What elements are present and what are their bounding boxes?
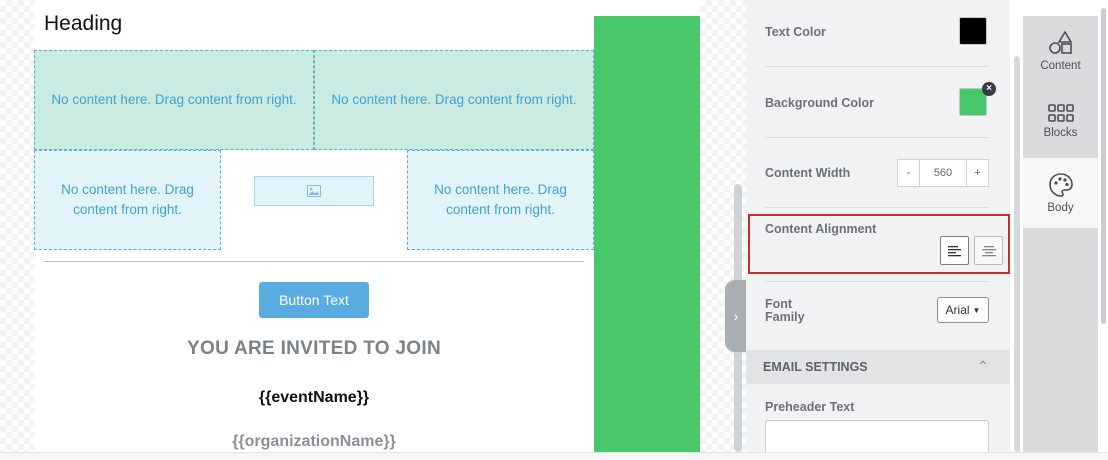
divider — [44, 261, 584, 262]
drop-zone[interactable]: No content here. Drag content from right… — [34, 150, 221, 250]
page-scrollbar[interactable] — [1100, 0, 1108, 452]
settings-row — [765, 0, 989, 67]
preheader-label: Preheader Text — [765, 400, 855, 414]
tab-body[interactable]: Body — [1023, 158, 1098, 228]
shapes-icon — [1048, 30, 1072, 54]
organization-name-text[interactable]: {{organizationName}} — [34, 433, 594, 451]
palette-icon — [1048, 173, 1073, 197]
font-family-select[interactable]: Arial ▼ — [937, 297, 989, 323]
tab-content[interactable]: Content — [1023, 16, 1098, 86]
chevron-right-icon: › — [733, 308, 739, 324]
preheader-input[interactable] — [765, 420, 989, 452]
settings-row — [765, 138, 989, 208]
sidebar-tabs: Content Blocks Body — [1023, 16, 1098, 452]
email-body: Heading No content here. Drag content fr… — [34, 0, 594, 452]
drop-zone[interactable]: No content here. Drag content from right… — [314, 50, 594, 150]
heading-block[interactable]: Heading — [44, 12, 122, 36]
scrollbar-thumb[interactable] — [1101, 8, 1106, 324]
grid-icon — [1047, 104, 1074, 122]
font-family-label: Font Family — [765, 297, 805, 324]
bottom-scrollbar[interactable] — [0, 452, 1108, 460]
email-button[interactable]: Button Text — [259, 282, 369, 318]
tab-label: Body — [1047, 202, 1074, 214]
collapse-panel-button[interactable]: › — [725, 280, 747, 352]
settings-row — [765, 208, 989, 282]
invite-text[interactable]: YOU ARE INVITED TO JOIN — [34, 338, 594, 360]
chevron-up-icon: ⌃ — [977, 358, 989, 374]
image-icon — [307, 185, 321, 197]
caret-down-icon: ▼ — [972, 305, 981, 315]
body-settings-panel: Text Color Background Color × Content Wi… — [746, 0, 1010, 452]
font-family-value: Arial — [945, 303, 970, 317]
panel-scrollbar[interactable] — [1014, 56, 1020, 452]
drop-zone[interactable]: No content here. Drag content from right… — [407, 150, 594, 250]
tab-blocks[interactable]: Blocks — [1023, 86, 1098, 156]
image-placeholder[interactable] — [254, 176, 374, 206]
email-settings-title: EMAIL SETTINGS — [763, 360, 868, 374]
email-settings-header[interactable]: EMAIL SETTINGS ⌃ — [746, 350, 1010, 384]
tab-label: Blocks — [1043, 127, 1078, 139]
tab-label: Content — [1040, 60, 1081, 72]
event-name-text[interactable]: {{eventName}} — [34, 389, 594, 407]
settings-row — [765, 67, 989, 138]
drop-zone[interactable]: No content here. Drag content from right… — [34, 50, 314, 150]
email-canvas: Heading No content here. Drag content fr… — [0, 0, 594, 452]
background-preview — [594, 16, 700, 452]
